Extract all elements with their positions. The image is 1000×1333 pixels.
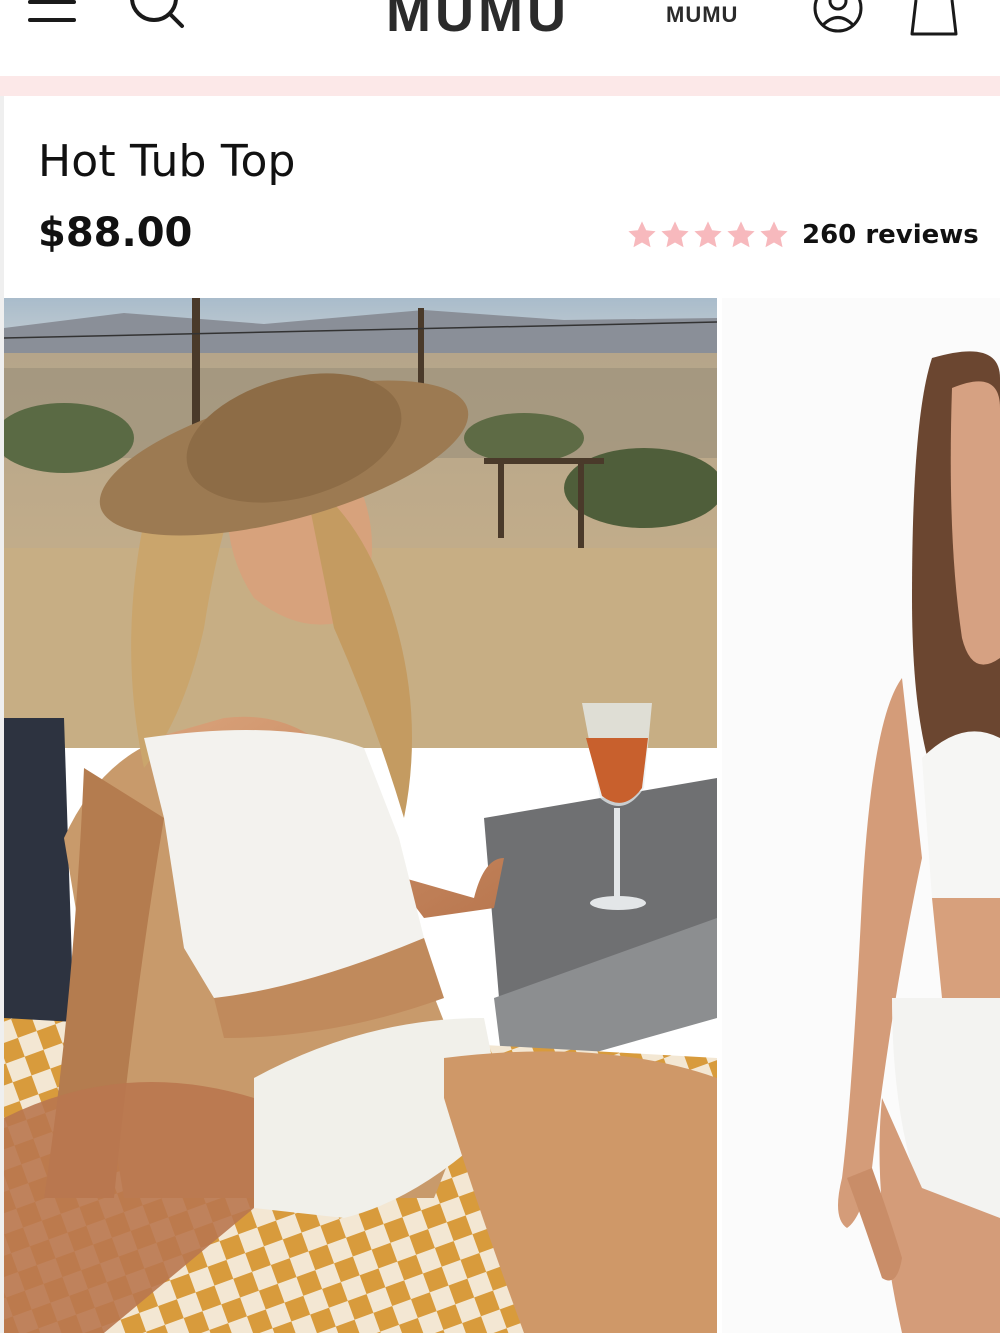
menu-button[interactable] bbox=[28, 0, 78, 30]
reviews-link[interactable]: 260 reviews bbox=[802, 220, 979, 250]
product-title: Hot Tub Top bbox=[38, 136, 296, 187]
search-button[interactable] bbox=[126, 0, 188, 32]
star-icon bbox=[727, 221, 755, 248]
search-icon bbox=[130, 0, 184, 28]
star-icon bbox=[694, 221, 722, 248]
lifestyle-photo-image bbox=[4, 298, 717, 1333]
star-icon bbox=[661, 221, 689, 248]
product-photo-lifestyle[interactable] bbox=[4, 298, 717, 1333]
rating-stars bbox=[626, 219, 790, 251]
menu-icon-line bbox=[28, 0, 76, 4]
product-photo-studio[interactable] bbox=[722, 298, 1000, 1333]
account-icon bbox=[813, 0, 863, 33]
brand-secondary-link[interactable]: MUMU bbox=[666, 2, 738, 28]
account-button[interactable] bbox=[812, 0, 864, 34]
site-header: MUMU MUMU bbox=[0, 0, 1000, 76]
product-gallery bbox=[0, 298, 1000, 1333]
star-icon bbox=[628, 221, 656, 248]
studio-photo-image bbox=[722, 298, 1000, 1333]
shopping-bag-button[interactable] bbox=[906, 0, 962, 38]
star-icon bbox=[760, 221, 788, 248]
product-price: $88.00 bbox=[38, 210, 193, 256]
brand-logo[interactable]: MUMU bbox=[386, 0, 570, 44]
menu-icon-line bbox=[28, 18, 76, 22]
product-rating[interactable]: 260 reviews bbox=[626, 218, 979, 252]
bag-icon bbox=[910, 0, 958, 36]
promo-banner[interactable] bbox=[0, 76, 1000, 96]
